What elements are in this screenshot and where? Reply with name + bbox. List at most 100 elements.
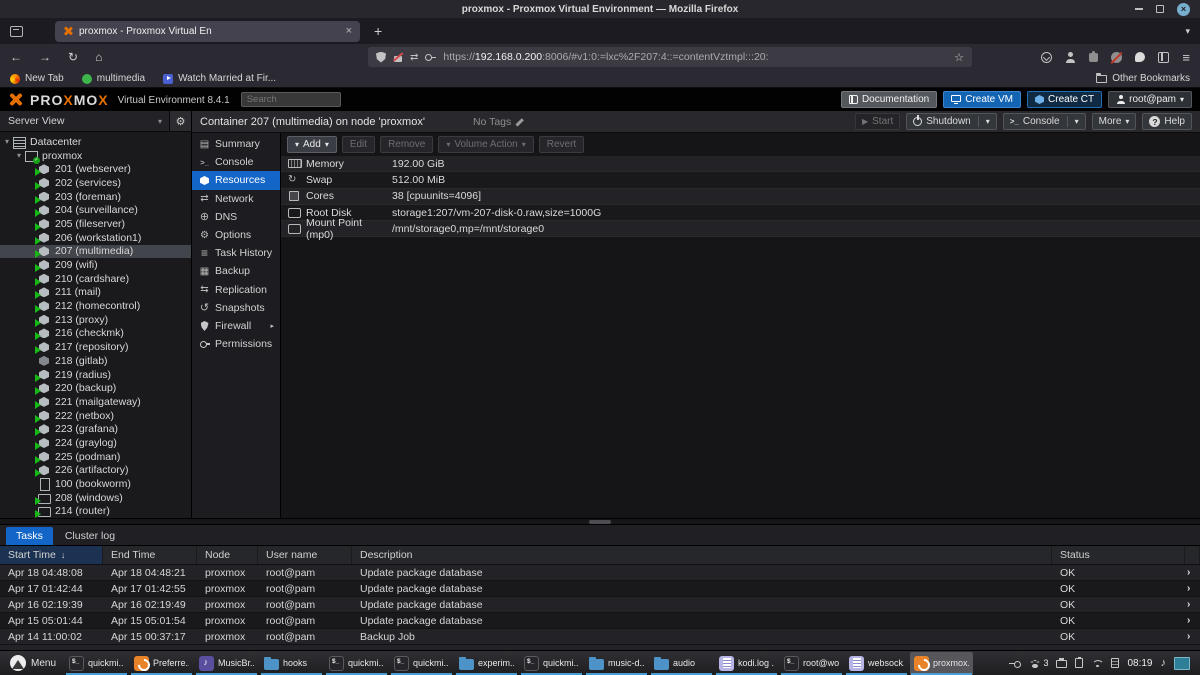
task-row[interactable]: Apr 18 04:48:08 Apr 18 04:48:21 proxmox … — [0, 565, 1200, 581]
taskbar-window-button[interactable]: websock... — [845, 652, 908, 675]
disabled-extension-icon[interactable] — [1111, 52, 1122, 63]
tree-item-guest[interactable]: 100 (bookworm) — [0, 477, 191, 491]
other-bookmarks[interactable]: Other Bookmarks — [1096, 73, 1190, 84]
tree-item-guest[interactable]: 223 (grafana) — [0, 422, 191, 436]
clipboard-icon[interactable] — [1075, 658, 1083, 668]
row-expand-chevron-icon[interactable] — [1185, 615, 1200, 626]
create-ct-button[interactable]: Create CT — [1027, 91, 1102, 108]
tree-item-guest[interactable]: 217 (repository) — [0, 340, 191, 354]
row-expand-chevron-icon[interactable] — [1185, 599, 1200, 610]
tree-item-guest[interactable]: 211 (mail) — [0, 286, 191, 300]
taskbar-window-button[interactable]: audio — [650, 652, 713, 675]
taskbar-window-button[interactable]: proxmox... — [910, 652, 973, 675]
permissions-icon[interactable] — [410, 52, 418, 63]
taskbar-window-button[interactable]: music-d... — [585, 652, 648, 675]
forward-button[interactable] — [39, 50, 51, 64]
chevron-down-icon[interactable] — [1075, 116, 1079, 127]
home-button[interactable] — [95, 50, 102, 64]
task-row[interactable]: Apr 15 05:01:44 Apr 15 05:01:54 proxmox … — [0, 613, 1200, 629]
chevron-down-icon[interactable] — [986, 116, 990, 127]
tree-item-guest[interactable]: 216 (checkmk) — [0, 327, 191, 341]
toolbar-button[interactable]: Remove — [380, 136, 433, 153]
taskbar-window-button[interactable]: hooks — [260, 652, 323, 675]
create-vm-button[interactable]: Create VM — [943, 91, 1021, 108]
url-text[interactable]: https://192.168.0.200:8006/#v1:0:=lxc%2F… — [443, 51, 947, 63]
menu-hamburger-icon[interactable] — [1182, 50, 1190, 65]
console-button[interactable]: Console — [1003, 113, 1086, 130]
shutdown-button[interactable]: Shutdown — [906, 113, 997, 130]
tags[interactable]: No Tags — [473, 116, 525, 128]
removable-media-icon[interactable] — [1009, 659, 1021, 667]
pocket-icon[interactable] — [1041, 52, 1052, 63]
menu-item[interactable]: Summary — [192, 135, 280, 153]
taskbar-window-button[interactable]: kodi.log ... — [715, 652, 778, 675]
tree-item-guest[interactable]: 220 (backup) — [0, 381, 191, 395]
column-status[interactable]: Status — [1052, 546, 1185, 564]
menu-item[interactable]: Console — [192, 153, 280, 171]
taskbar-window-button[interactable]: Preferre... — [130, 652, 193, 675]
tree-item-guest[interactable]: 201 (webserver) — [0, 162, 191, 176]
taskbar-window-button[interactable]: MusicBr... — [195, 652, 258, 675]
adblock-icon[interactable] — [1135, 52, 1145, 62]
row-expand-chevron-icon[interactable] — [1185, 567, 1200, 578]
user-menu-button[interactable]: root@pam — [1108, 91, 1192, 108]
taskbar-window-button[interactable]: quickmi... — [325, 652, 388, 675]
edit-pencil-icon[interactable] — [515, 117, 525, 127]
tree-item-guest[interactable]: 212 (homecontrol) — [0, 299, 191, 313]
menu-item[interactable]: Network — [192, 190, 280, 208]
toolbar-button[interactable]: Edit — [342, 136, 375, 153]
extension-icon[interactable] — [1089, 53, 1098, 62]
resource-row[interactable]: Swap 512.00 MiB — [281, 172, 1200, 188]
tree-item-guest[interactable]: 225 (podman) — [0, 450, 191, 464]
column-end-time[interactable]: End Time — [103, 546, 197, 564]
taskbar-window-button[interactable]: root@wo... — [780, 652, 843, 675]
taskbar-window-button[interactable]: quickmi... — [65, 652, 128, 675]
insecure-lock-icon[interactable] — [393, 52, 403, 63]
tree-item-guest[interactable]: 209 (wifi) — [0, 258, 191, 272]
column-start-time[interactable]: Start Time — [0, 546, 103, 564]
show-desktop-button[interactable] — [1174, 657, 1190, 670]
tree-item-guest[interactable]: 222 (netbox) — [0, 409, 191, 423]
printer-icon[interactable] — [1056, 660, 1067, 668]
help-button[interactable]: Help — [1142, 113, 1192, 130]
toolbar-button[interactable]: Add — [287, 136, 337, 153]
resource-row[interactable]: Memory 192.00 GiB — [281, 156, 1200, 172]
new-tab-button[interactable] — [374, 23, 382, 39]
menu-item[interactable]: Resources — [192, 171, 280, 189]
column-user-name[interactable]: User name — [258, 546, 352, 564]
column-description[interactable]: Description — [352, 546, 1052, 564]
browser-tab[interactable]: proxmox - Proxmox Virtual En — [55, 21, 360, 42]
reload-button[interactable] — [68, 50, 78, 64]
task-row[interactable]: Apr 14 11:00:02 Apr 15 00:37:17 proxmox … — [0, 629, 1200, 645]
menu-item[interactable]: Options — [192, 226, 280, 244]
tree-item-guest[interactable]: 206 (workstation1) — [0, 231, 191, 245]
start-button[interactable]: Start — [855, 113, 900, 130]
url-bar[interactable]: https://192.168.0.200:8006/#v1:0:=lxc%2F… — [368, 47, 972, 67]
toolbar-button[interactable]: Revert — [539, 136, 584, 153]
tree-item-guest[interactable]: 207 (multimedia) — [0, 245, 191, 259]
sidebar-icon[interactable] — [1158, 52, 1169, 63]
row-expand-chevron-icon[interactable] — [1185, 583, 1200, 594]
expander-icon[interactable] — [17, 151, 21, 160]
list-tabs-icon[interactable] — [1185, 26, 1190, 37]
taskbar-window-button[interactable]: quickmi... — [520, 652, 583, 675]
bookmark-item[interactable]: Watch Married at Fir... — [163, 73, 276, 84]
account-icon[interactable] — [1065, 52, 1076, 63]
task-row[interactable]: Apr 17 01:42:44 Apr 17 01:42:55 proxmox … — [0, 581, 1200, 597]
tree-item-guest[interactable]: 218 (gitlab) — [0, 354, 191, 368]
tree-item-guest[interactable]: 221 (mailgateway) — [0, 395, 191, 409]
key-icon[interactable] — [425, 53, 436, 61]
bookmark-item[interactable]: New Tab — [10, 73, 64, 84]
maximize-button[interactable] — [1156, 5, 1164, 13]
chevron-down-icon[interactable] — [158, 117, 169, 126]
minimize-button[interactable] — [1135, 8, 1143, 10]
tree-item-guest[interactable]: 208 (windows) — [0, 491, 191, 505]
tree-item-guest[interactable]: 219 (radius) — [0, 368, 191, 382]
start-menu-button[interactable]: Menu — [5, 651, 61, 675]
tree-item-guest[interactable]: 205 (fileserver) — [0, 217, 191, 231]
view-selector[interactable]: Server View — [0, 115, 158, 127]
row-expand-chevron-icon[interactable] — [1185, 631, 1200, 642]
bookmark-item[interactable]: multimedia — [82, 73, 145, 84]
menu-item[interactable]: Replication — [192, 281, 280, 299]
taskbar-window-button[interactable]: experim... — [455, 652, 518, 675]
